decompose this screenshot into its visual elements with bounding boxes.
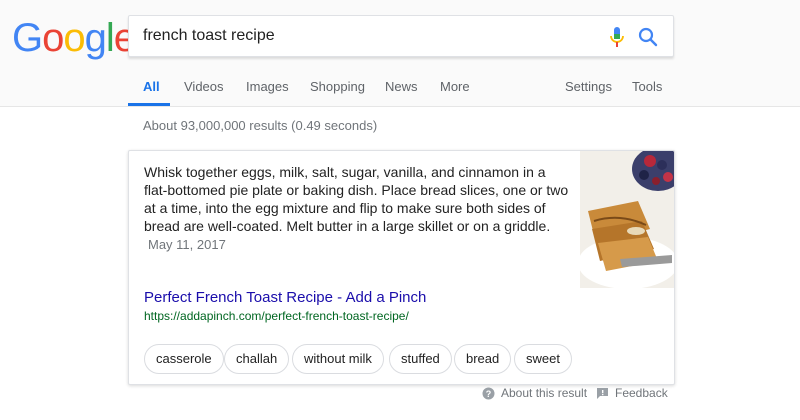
logo-letter: g [84, 16, 107, 60]
tab-settings[interactable]: Settings [565, 79, 612, 94]
help-icon: ? [482, 387, 495, 399]
header: Google All Videos Images Shopping News M… [0, 0, 800, 107]
tab-images[interactable]: Images [246, 79, 289, 94]
logo-letter: l [105, 16, 115, 60]
search-box [128, 15, 674, 57]
tab-more[interactable]: More [440, 79, 470, 94]
svg-text:?: ? [486, 389, 492, 399]
snippet-date: May 11, 2017 [148, 237, 226, 252]
logo-letter: o [42, 16, 64, 60]
chip-casserole[interactable]: casserole [144, 344, 224, 374]
tab-videos[interactable]: Videos [184, 79, 224, 94]
search-tabs: All Videos Images Shopping News More Set… [0, 72, 800, 106]
google-logo[interactable]: Google [12, 14, 136, 62]
chip-challah[interactable]: challah [224, 344, 290, 374]
snippet-text-block: Whisk together eggs, milk, salt, sugar, … [144, 163, 569, 254]
result-title-link[interactable]: Perfect French Toast Recipe - Add a Pinc… [144, 289, 426, 306]
logo-letter: G [12, 16, 43, 60]
about-this-result-label: About this result [501, 386, 588, 400]
feedback-icon [597, 387, 608, 399]
featured-snippet: Whisk together eggs, milk, salt, sugar, … [128, 150, 675, 385]
french-toast-thumbnail[interactable] [580, 151, 674, 288]
result-url: https://addapinch.com/perfect-french-toa… [144, 309, 409, 323]
chip-bread[interactable]: bread [454, 344, 512, 374]
chip-sweet[interactable]: sweet [514, 344, 572, 374]
search-icon[interactable] [635, 24, 661, 50]
tab-shopping[interactable]: Shopping [310, 79, 365, 94]
feedback-label: Feedback [615, 386, 668, 400]
search-input[interactable] [143, 16, 583, 56]
feedback-link[interactable]: Feedback [596, 386, 668, 400]
result-stats: About 93,000,000 results (0.49 seconds) [143, 118, 378, 133]
logo-letter: o [63, 16, 85, 60]
microphone-icon[interactable] [607, 26, 627, 48]
chip-without-milk[interactable]: without milk [292, 344, 384, 374]
snippet-text: Whisk together eggs, milk, salt, sugar, … [144, 164, 569, 234]
about-this-result-link[interactable]: ? About this result [482, 386, 587, 400]
tab-tools[interactable]: Tools [632, 79, 662, 94]
tab-all[interactable]: All [143, 79, 160, 94]
chip-stuffed[interactable]: stuffed [389, 344, 452, 374]
active-tab-indicator [128, 103, 170, 106]
tab-news[interactable]: News [385, 79, 418, 94]
